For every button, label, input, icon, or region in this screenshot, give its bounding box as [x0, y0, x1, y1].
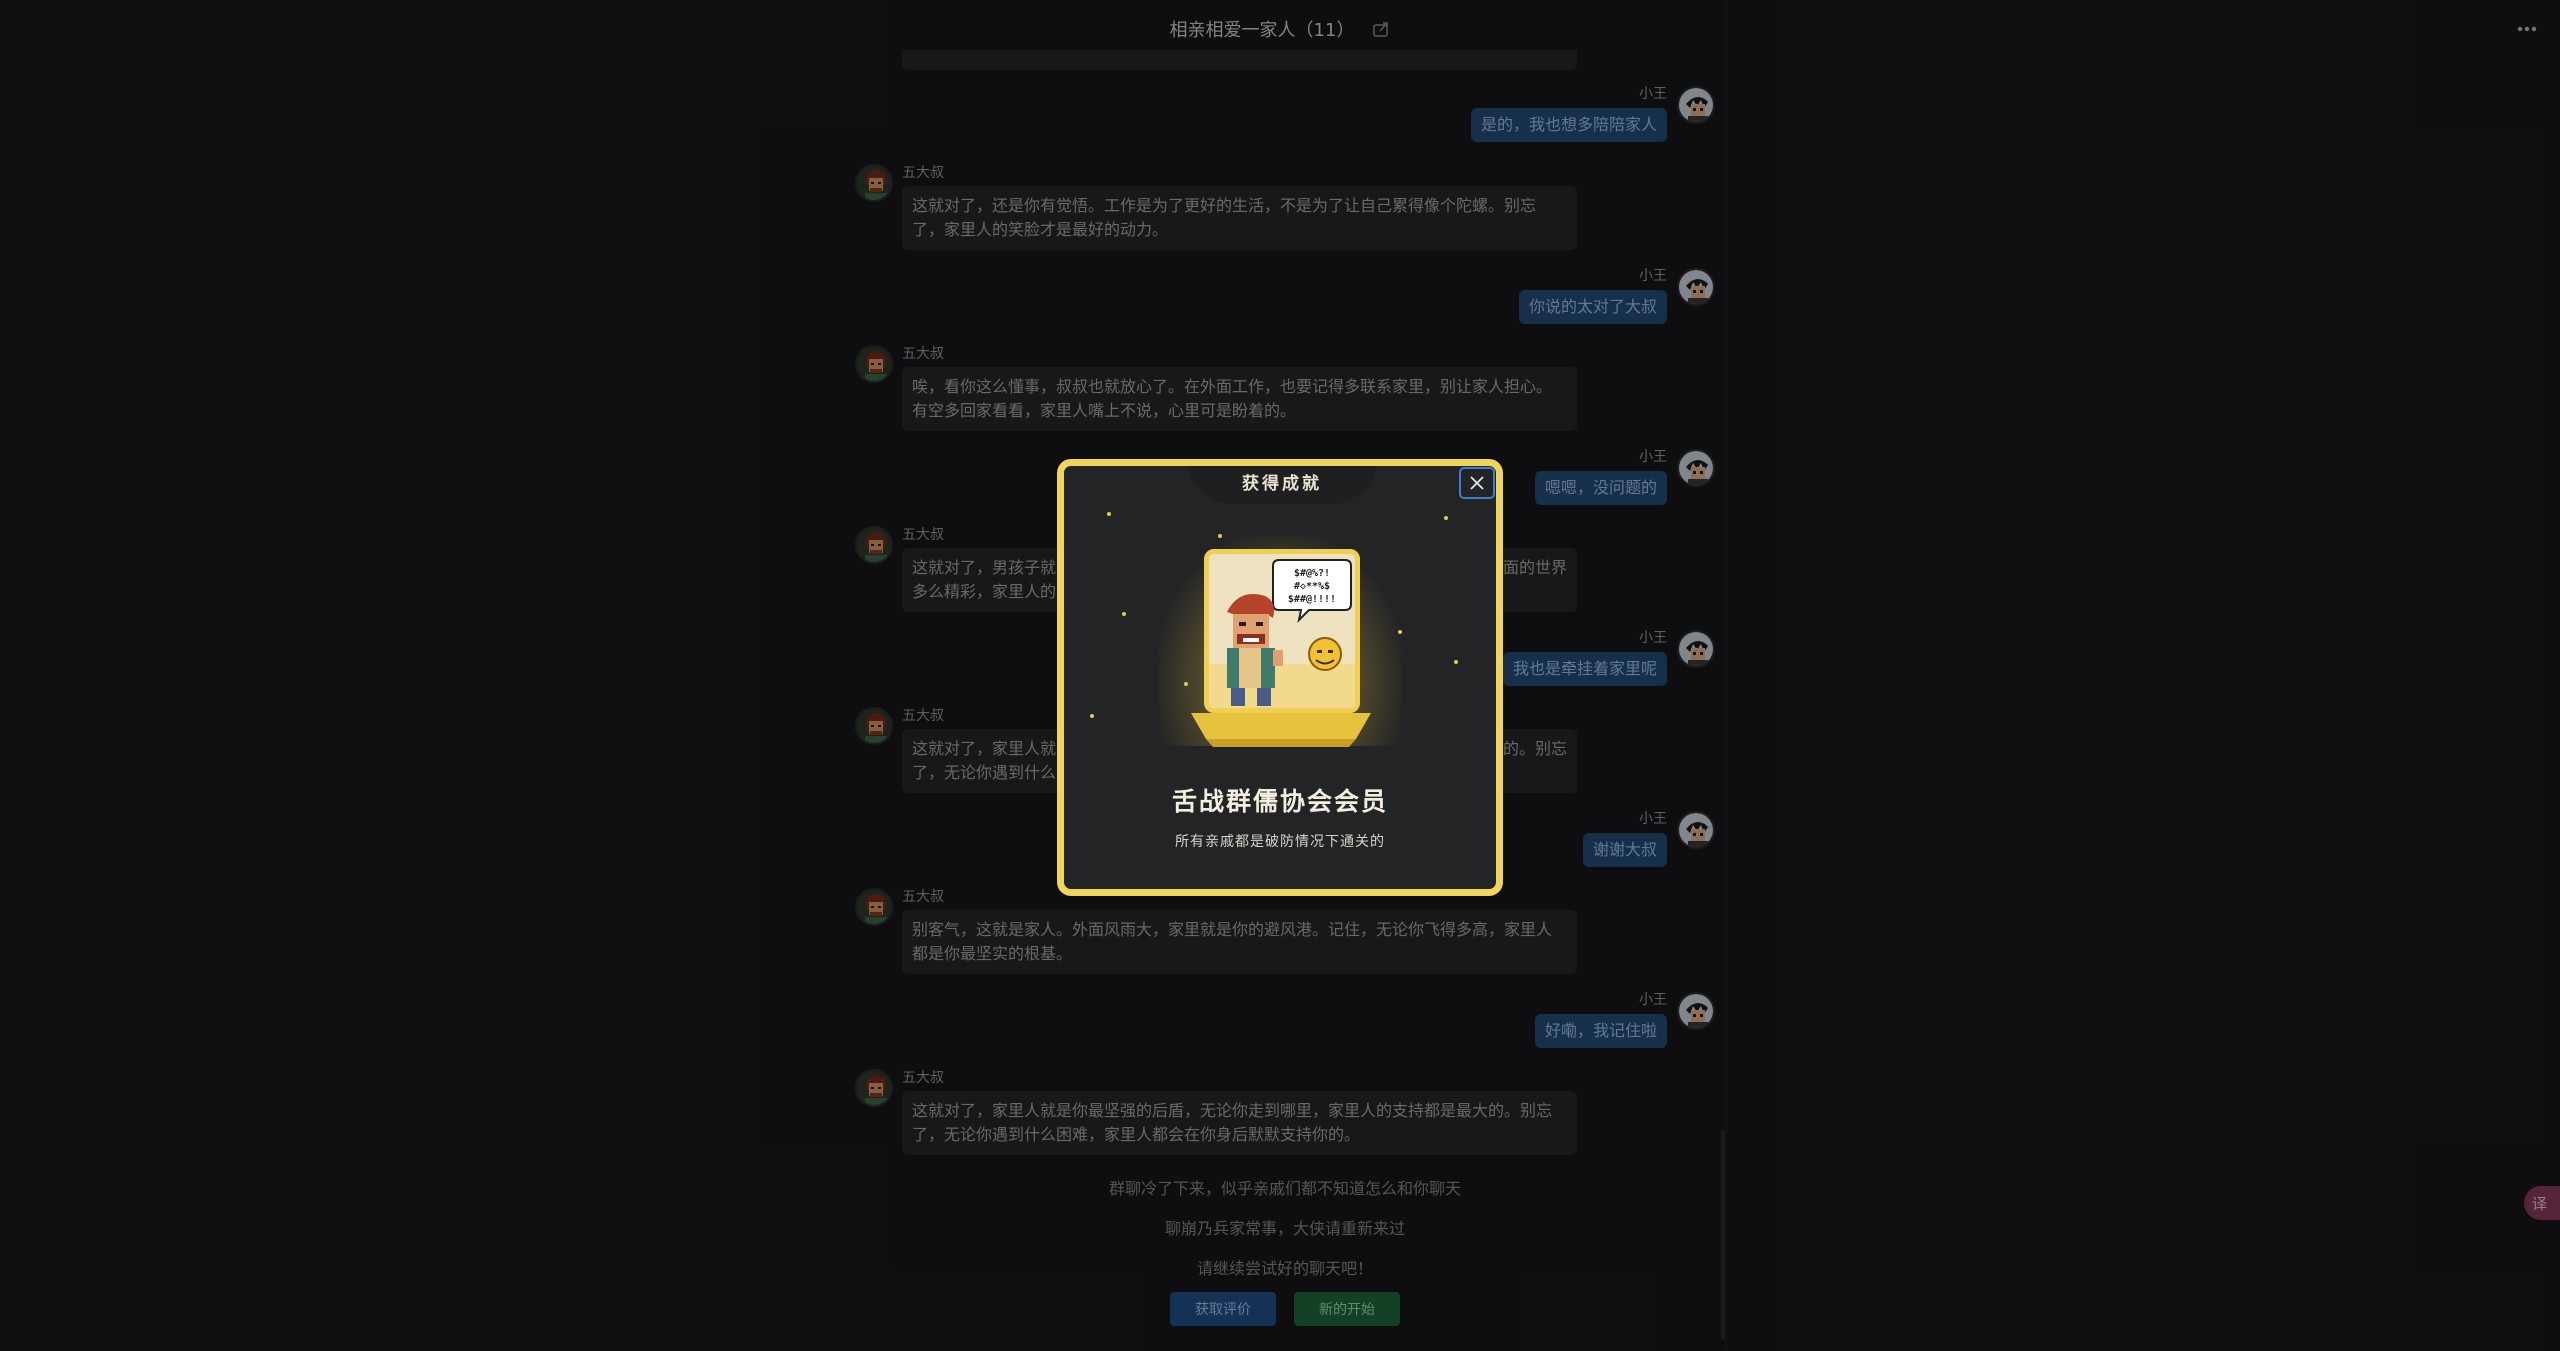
sparkle-icon	[1398, 630, 1402, 634]
sparkle-icon	[1090, 714, 1094, 718]
modal-header-tab: 获得成就	[1187, 466, 1377, 504]
svg-text:$#@%?!: $#@%?!	[1294, 568, 1330, 579]
achievement-modal: 获得成就 $#@%?! #◇**%$ $##@!!!! 舌战群儒协会会员 所有亲…	[1057, 459, 1503, 896]
svg-text:$##@!!!!: $##@!!!!	[1288, 594, 1336, 605]
svg-text:#◇**%$: #◇**%$	[1294, 581, 1330, 592]
sparkle-icon	[1218, 534, 1222, 538]
achievement-description: 所有亲戚都是破防情况下通关的	[1175, 834, 1385, 850]
sparkle-icon	[1107, 512, 1111, 516]
sparkle-icon	[1184, 682, 1188, 686]
pedestal-icon	[1191, 713, 1371, 747]
achievement-badge-image: $#@%?! #◇**%$ $##@!!!!	[1204, 549, 1360, 713]
achievement-title: 舌战群儒协会会员	[1171, 787, 1388, 816]
sparkle-icon	[1444, 516, 1448, 520]
sparkle-icon	[1454, 660, 1458, 664]
close-icon[interactable]	[1459, 467, 1495, 499]
sparkle-icon	[1122, 612, 1126, 616]
